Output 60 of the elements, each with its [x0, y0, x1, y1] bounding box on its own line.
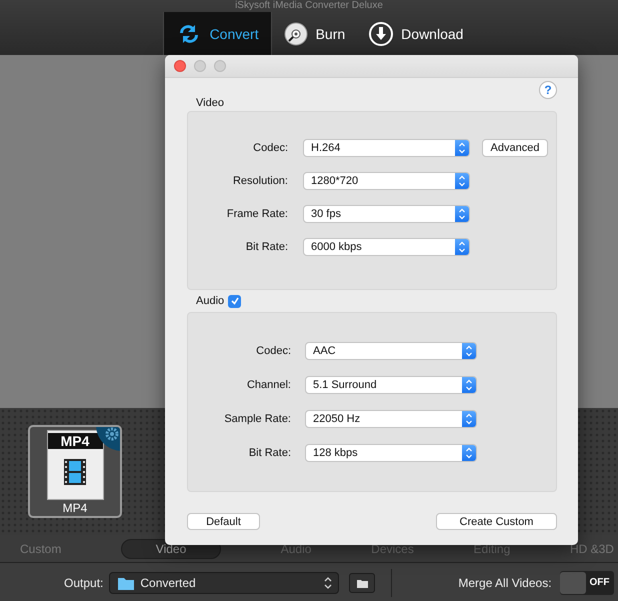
up-down-chevron-icon: [465, 447, 473, 459]
section-title: Audio: [196, 295, 224, 307]
nav-tab[interactable]: Convert: [162, 12, 272, 55]
gear-icon: [96, 427, 120, 451]
field-label: Codec:: [255, 345, 291, 357]
field-label: Sample Rate:: [223, 413, 291, 425]
format-label: MP4: [62, 501, 88, 515]
dropdown[interactable]: 5.1 Surround: [305, 376, 477, 394]
select-value: 22050 Hz: [312, 413, 362, 425]
output-label: Output:: [64, 576, 104, 590]
field-label: Channel:: [246, 379, 291, 391]
dropdown[interactable]: H.264: [303, 139, 470, 157]
select-value: AAC: [312, 345, 337, 357]
disc-icon: [284, 22, 308, 46]
field-label: Codec:: [252, 142, 288, 154]
nav-tab[interactable]: Download: [357, 12, 476, 55]
up-down-chevron-icon: [465, 379, 473, 391]
up-down-chevron-icon: [458, 208, 466, 220]
section-title: Video: [196, 97, 224, 109]
select-value: 6000 kbps: [310, 241, 363, 253]
nav-tab[interactable]: Burn: [272, 12, 358, 55]
format-card[interactable]: MP4 MP4: [28, 425, 122, 518]
up-down-chevron-icon: [465, 413, 473, 425]
film-icon: [64, 459, 86, 485]
format-badge: MP4: [48, 433, 102, 449]
folder-icon: [118, 576, 134, 590]
up-down-chevron-icon: [324, 576, 332, 590]
dropdown[interactable]: 30 fps: [303, 205, 470, 223]
close-button[interactable]: [174, 60, 186, 72]
output-dropdown[interactable]: Converted: [109, 572, 340, 594]
help-button[interactable]: ?: [539, 81, 557, 99]
select-value: H.264: [310, 142, 342, 154]
check-icon: [230, 296, 240, 306]
select-value: 1280*720: [310, 175, 360, 187]
merge-label: Merge All Videos:: [458, 576, 552, 590]
dropdown[interactable]: AAC: [305, 342, 477, 360]
create-custom-button[interactable]: Create Custom: [436, 513, 557, 530]
up-down-chevron-icon: [458, 142, 466, 154]
field-label: Bit Rate:: [248, 447, 291, 459]
open-folder-button[interactable]: [349, 572, 376, 592]
up-down-chevron-icon: [458, 175, 466, 187]
advanced-button[interactable]: Advanced: [482, 139, 548, 157]
select-value: 128 kbps: [312, 447, 359, 459]
dropdown[interactable]: 22050 Hz: [305, 410, 477, 428]
field-label: Resolution:: [232, 175, 288, 187]
download-icon: [369, 22, 394, 46]
audio-checkbox[interactable]: [228, 294, 242, 308]
dropdown[interactable]: 1280*720: [303, 172, 470, 190]
select-value: 5.1 Surround: [312, 379, 378, 391]
field-label: Frame Rate:: [226, 208, 288, 220]
up-down-chevron-icon: [465, 345, 473, 357]
folder-icon: [356, 578, 368, 588]
merge-toggle[interactable]: OFF: [560, 570, 614, 594]
select-value: 30 fps: [310, 208, 342, 220]
default-button[interactable]: Default: [187, 513, 260, 530]
field-label: Bit Rate:: [244, 241, 288, 253]
dropdown[interactable]: 128 kbps: [305, 444, 477, 462]
up-down-chevron-icon: [458, 241, 466, 253]
dropdown[interactable]: 6000 kbps: [303, 238, 470, 256]
app-title: iSkysoft iMedia Converter Deluxe: [235, 0, 383, 12]
